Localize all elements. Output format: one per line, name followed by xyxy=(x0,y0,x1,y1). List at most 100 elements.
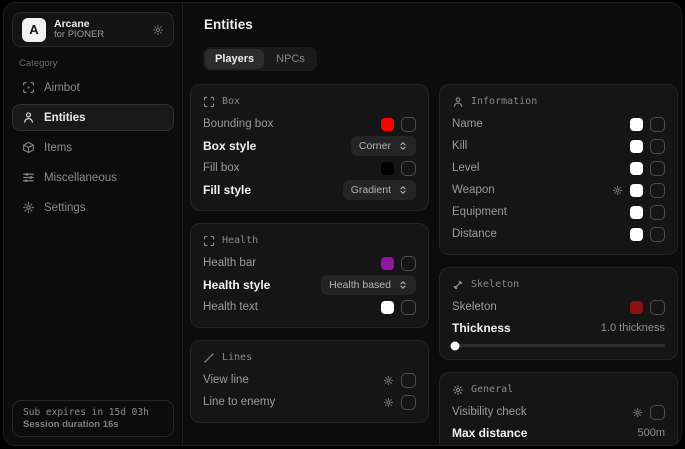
unfold-icon xyxy=(398,280,408,290)
card-title: Skeleton xyxy=(471,279,519,290)
checkbox[interactable] xyxy=(650,227,665,242)
checkbox[interactable] xyxy=(401,373,416,388)
health-style-dropdown[interactable]: Health based xyxy=(321,275,416,295)
skeleton-card: Skeleton Skeleton Thickness 1.0 thicknes… xyxy=(439,267,678,360)
row-label: Max distance xyxy=(452,426,637,440)
unfold-icon xyxy=(398,185,408,195)
category-label: Category xyxy=(19,58,58,69)
color-swatch[interactable] xyxy=(381,162,394,175)
color-swatch[interactable] xyxy=(630,228,643,241)
unfold-icon xyxy=(398,141,408,151)
color-swatch[interactable] xyxy=(630,184,643,197)
card-header: Health xyxy=(203,232,416,249)
sidebar-item-entities[interactable]: Entities xyxy=(12,104,174,131)
row-label: Bounding box xyxy=(203,118,381,130)
cube-icon xyxy=(22,141,35,154)
checkbox[interactable] xyxy=(650,405,665,420)
row-label: Kill xyxy=(452,140,630,152)
card-header: Information xyxy=(452,93,665,110)
page-title: Entities xyxy=(204,17,253,32)
color-swatch[interactable] xyxy=(630,162,643,175)
box-card: Box Bounding box Box style Corner Fill b… xyxy=(190,84,429,211)
sidebar-item-aimbot[interactable]: Aimbot xyxy=(12,74,174,101)
thickness-slider[interactable] xyxy=(452,344,665,347)
checkbox[interactable] xyxy=(650,300,665,315)
row-max-distance: Max distance 500m xyxy=(452,423,665,443)
row-fill-box: Fill box xyxy=(203,157,416,179)
checkbox[interactable] xyxy=(401,117,416,132)
card-header: Skeleton xyxy=(452,276,665,293)
tab-players[interactable]: Players xyxy=(205,49,264,69)
brand-subtitle: for PIONER xyxy=(54,30,104,41)
dropdown-value: Health based xyxy=(329,279,391,291)
gear-icon[interactable] xyxy=(383,375,394,386)
row-label: Weapon xyxy=(452,184,612,196)
row-visibility-check: Visibility check xyxy=(452,401,665,423)
slider-thumb[interactable] xyxy=(451,341,460,350)
sidebar-item-miscellaneous[interactable]: Miscellaneous xyxy=(12,164,174,191)
line-icon xyxy=(203,352,215,364)
row-distance: Distance xyxy=(452,223,665,245)
sliders-icon xyxy=(22,171,35,184)
gear-icon xyxy=(22,201,35,214)
thickness-value: 1.0 thickness xyxy=(601,322,665,334)
row-label: Visibility check xyxy=(452,406,632,418)
bone-icon xyxy=(452,279,464,291)
checkbox[interactable] xyxy=(650,139,665,154)
sidebar-item-settings[interactable]: Settings xyxy=(12,194,174,221)
row-skeleton: Skeleton xyxy=(452,296,665,318)
lines-card: Lines View line Line to enemy xyxy=(190,340,429,423)
tab-bar: Players NPCs xyxy=(203,47,317,71)
sidebar-item-label: Items xyxy=(44,142,72,154)
row-label: Fill box xyxy=(203,162,381,174)
session-duration-text: Session duration 16s xyxy=(23,419,163,430)
card-header: Lines xyxy=(203,349,416,366)
row-label: Box style xyxy=(203,139,351,153)
color-swatch[interactable] xyxy=(381,118,394,131)
row-fill-style: Fill style Gradient xyxy=(203,179,416,201)
row-label: Thickness xyxy=(452,321,601,335)
sidebar-item-label: Entities xyxy=(44,112,86,124)
row-label: Name xyxy=(452,118,630,130)
box-style-dropdown[interactable]: Corner xyxy=(351,136,416,156)
row-weapon: Weapon xyxy=(452,179,665,201)
subscription-info: Sub expires in 15d 03h Session duration … xyxy=(12,400,174,437)
tab-npcs[interactable]: NPCs xyxy=(266,49,315,69)
row-label: Line to enemy xyxy=(203,396,383,408)
row-label: Distance xyxy=(452,228,630,240)
checkbox[interactable] xyxy=(650,117,665,132)
color-swatch[interactable] xyxy=(630,118,643,131)
checkbox[interactable] xyxy=(401,300,416,315)
brand-logo: A xyxy=(22,18,46,42)
sidebar-nav: Aimbot Entities Items Miscellaneous Sett… xyxy=(12,74,174,221)
gear-icon[interactable] xyxy=(383,397,394,408)
brand-card: A Arcane for PIONER xyxy=(12,12,174,47)
row-view-line: View line xyxy=(203,369,416,391)
checkbox[interactable] xyxy=(401,161,416,176)
entities-icon xyxy=(22,111,35,124)
color-swatch[interactable] xyxy=(630,140,643,153)
color-swatch[interactable] xyxy=(381,301,394,314)
sidebar-item-label: Miscellaneous xyxy=(44,172,117,184)
row-label: Health text xyxy=(203,301,381,313)
checkbox[interactable] xyxy=(650,161,665,176)
checkbox[interactable] xyxy=(650,205,665,220)
sidebar-item-items[interactable]: Items xyxy=(12,134,174,161)
checkbox[interactable] xyxy=(401,256,416,271)
checkbox[interactable] xyxy=(401,395,416,410)
row-kill: Kill xyxy=(452,135,665,157)
color-swatch[interactable] xyxy=(630,206,643,219)
row-label: Fill style xyxy=(203,183,343,197)
right-column: Information Name Kill Level Weapon Equip… xyxy=(439,84,678,446)
gear-icon[interactable] xyxy=(612,185,623,196)
color-swatch[interactable] xyxy=(381,257,394,270)
gear-icon[interactable] xyxy=(152,24,164,36)
gear-icon[interactable] xyxy=(632,407,643,418)
row-label: Level xyxy=(452,162,630,174)
checkbox[interactable] xyxy=(650,183,665,198)
row-label: View line xyxy=(203,374,383,386)
row-label: Equipment xyxy=(452,206,630,218)
color-swatch[interactable] xyxy=(630,301,643,314)
fill-style-dropdown[interactable]: Gradient xyxy=(343,180,416,200)
card-header: General xyxy=(452,381,665,398)
